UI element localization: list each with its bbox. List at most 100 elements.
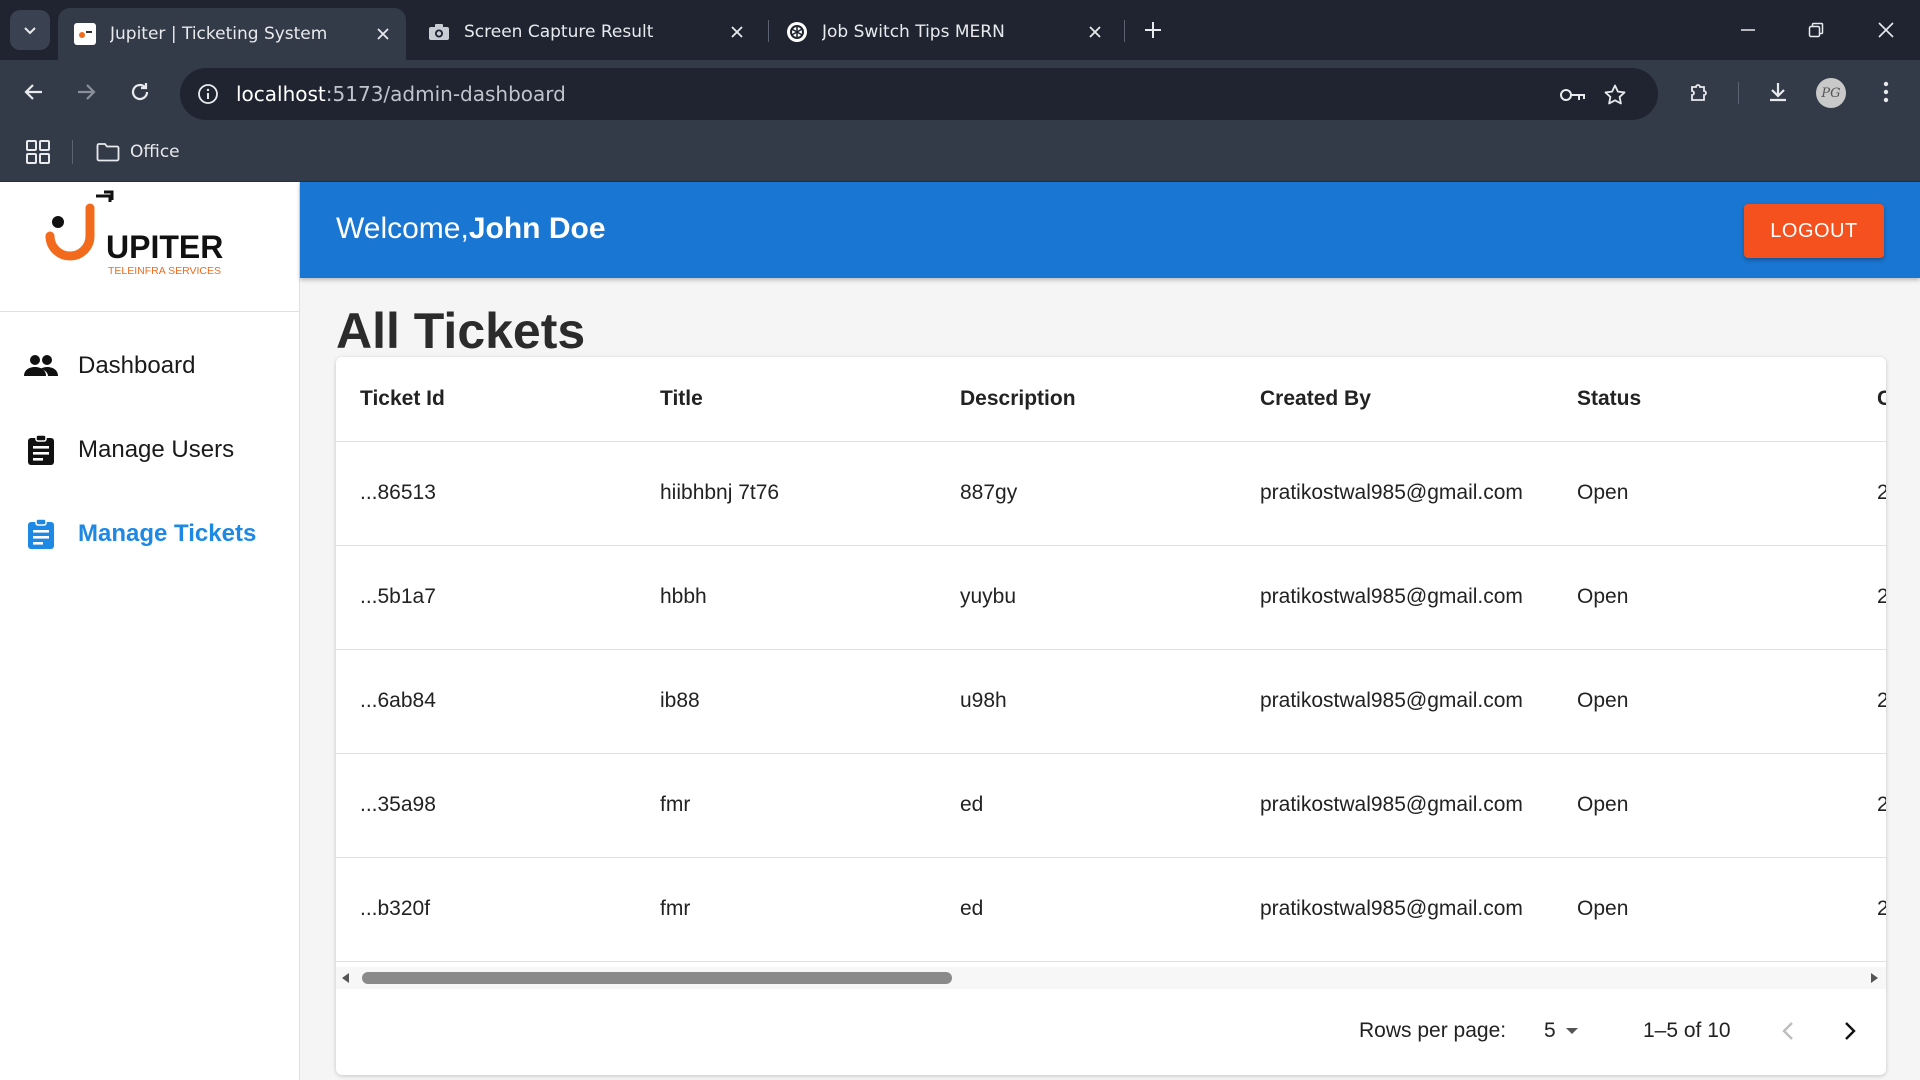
site-info-icon[interactable] [194,80,222,108]
cell-status: Open [1553,753,1853,858]
sidebar: UPITER TELEINFRA SERVICES Dashboard Mana… [0,182,300,1080]
reload-button[interactable] [120,72,160,112]
close-icon[interactable] [370,21,396,47]
welcome-prefix: Welcome, [336,212,469,245]
table-row[interactable]: ...86513 hiibhbnj 7t76 887gy pratikostwa… [336,441,1886,546]
forward-button[interactable] [66,72,106,112]
column-header-created-by[interactable]: Created By [1236,357,1553,442]
rows-per-page-select[interactable]: 5 [1544,1013,1580,1049]
sidebar-item-dashboard[interactable]: Dashboard [0,334,300,398]
sidebar-item-manage-users[interactable]: Manage Users [0,418,300,482]
toolbar-divider [1738,82,1739,104]
bookmarks-bar: Office [0,122,1920,182]
sidebar-item-label: Manage Users [78,436,235,463]
profile-avatar[interactable]: PG [1816,78,1846,108]
tab-search-button[interactable] [10,10,50,50]
sidebar-item-label: Manage Tickets [78,520,257,547]
next-page-button[interactable] [1828,1009,1872,1053]
browser-tab-bar: Jupiter | Ticketing System Screen Captur… [0,0,1920,60]
bookmark-label: Office [130,142,180,162]
column-header-truncated[interactable]: C [1853,357,1886,442]
kebab-menu-icon [1883,81,1889,103]
table-row[interactable]: ...35a98 fmr ed pratikostwal985@gmail.co… [336,753,1886,858]
restore-button[interactable] [1796,10,1836,50]
rows-per-page-value: 5 [1544,1019,1556,1042]
pagination-range: 1–5 of 10 [1643,1019,1731,1042]
cell-truncated: 2 [1853,441,1886,546]
user-name: John Doe [468,212,606,245]
close-icon[interactable] [1082,19,1108,45]
cell-created-by: pratikostwal985@gmail.com [1236,545,1553,650]
tab-title: Job Switch Tips MERN [822,22,1005,42]
bookmark-office[interactable]: Office [96,136,180,168]
app-header: Welcome,John Doe LOGOUT [300,182,1920,278]
cell-description: ed [936,753,1236,858]
cell-created-by: pratikostwal985@gmail.com [1236,857,1553,962]
logo-tagline: TELEINFRA SERVICES [108,265,221,277]
jupiter-logo[interactable]: UPITER TELEINFRA SERVICES [0,182,300,312]
scrollbar-thumb[interactable] [362,972,952,984]
cell-description: u98h [936,649,1236,754]
sidebar-item-manage-tickets[interactable]: Manage Tickets [0,502,300,566]
column-header-description[interactable]: Description [936,357,1236,442]
close-window-button[interactable] [1866,10,1906,50]
openai-icon [786,21,808,43]
arrow-left-icon [24,84,42,100]
apps-grid-icon[interactable] [24,138,52,166]
download-icon [1770,83,1786,102]
logo-wordmark: UPITER [106,229,223,265]
back-button[interactable] [14,72,54,112]
bookmarks-divider [72,140,73,164]
close-icon[interactable] [724,19,750,45]
assignment-icon [24,517,58,551]
app-root: UPITER TELEINFRA SERVICES Dashboard Mana… [0,182,1920,1080]
cell-ticket-id: ...35a98 [336,753,636,858]
cell-truncated: 2 [1853,545,1886,650]
address-bar[interactable]: localhost:5173/admin-dashboard [180,68,1658,120]
cell-status: Open [1553,857,1853,962]
horizontal-scrollbar[interactable] [336,967,1886,989]
arrow-right-icon [78,84,96,100]
dropdown-arrow-icon [1565,1028,1578,1034]
cell-title: ib88 [636,649,936,754]
column-header-title[interactable]: Title [636,357,936,442]
url-host: localhost [236,82,326,106]
extensions-button[interactable] [1680,72,1720,112]
table-row[interactable]: ...5b1a7 hbbh yuybu pratikostwal985@gmai… [336,545,1886,650]
cell-created-by: pratikostwal985@gmail.com [1236,441,1553,546]
cell-description: ed [936,857,1236,962]
camera-icon [428,21,450,43]
column-header-status[interactable]: Status [1553,357,1853,442]
table-row[interactable]: ...6ab84 ib88 u98h pratikostwal985@gmail… [336,649,1886,754]
scroll-right-icon[interactable] [1868,972,1880,984]
jupiter-favicon-icon [74,23,96,45]
scroll-left-icon[interactable] [340,972,352,984]
table-viewport: Ticket Id Title Description Created By S… [336,357,1886,967]
cell-description: 887gy [936,441,1236,546]
browser-menu-button[interactable] [1866,72,1906,112]
key-icon[interactable] [1558,80,1588,110]
new-tab-button[interactable] [1135,12,1171,48]
cell-description: yuybu [936,545,1236,650]
cell-ticket-id: ...b320f [336,857,636,962]
column-header-ticket-id[interactable]: Ticket Id [336,357,636,442]
table-pagination: Rows per page: 5 1–5 of 10 [336,989,1886,1075]
folder-icon [96,143,120,162]
cell-status: Open [1553,649,1853,754]
tab-screen-capture[interactable]: Screen Capture Result [412,8,760,56]
minimize-icon [1741,29,1755,31]
tab-jupiter[interactable]: Jupiter | Ticketing System [58,8,406,60]
star-icon[interactable] [1600,80,1630,110]
previous-page-button[interactable] [1766,1009,1810,1053]
cell-title: hiibhbnj 7t76 [636,441,936,546]
tab-job-switch[interactable]: Job Switch Tips MERN [770,8,1118,56]
browser-toolbar: localhost:5173/admin-dashboard PG [0,60,1920,122]
downloads-button[interactable] [1758,72,1798,112]
cell-ticket-id: ...86513 [336,441,636,546]
minimize-button[interactable] [1728,10,1768,50]
cell-status: Open [1553,441,1853,546]
logout-button[interactable]: LOGOUT [1744,204,1884,258]
plus-icon [1145,22,1161,38]
table-row[interactable]: ...b320f fmr ed pratikostwal985@gmail.co… [336,857,1886,962]
chevron-right-icon [1845,1022,1856,1040]
